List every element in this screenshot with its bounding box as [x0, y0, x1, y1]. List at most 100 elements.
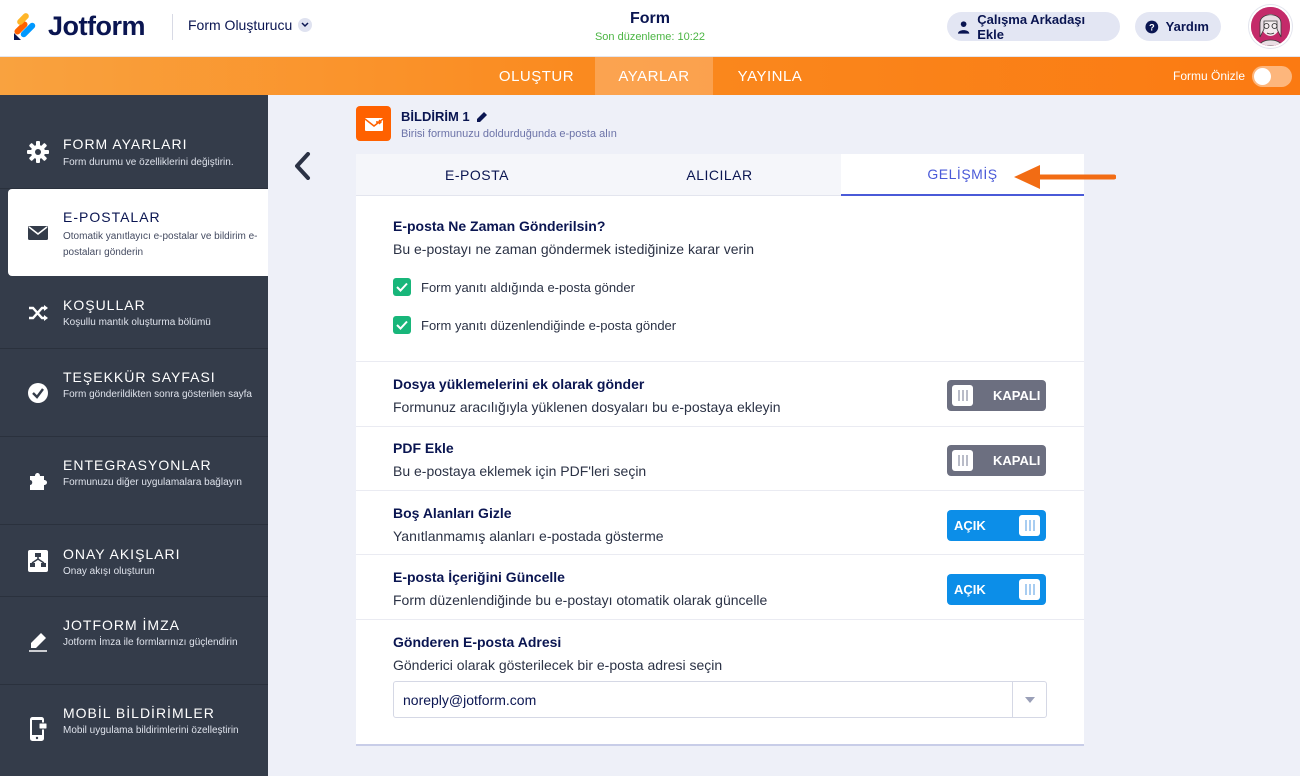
nav-tab-yayinla[interactable]: YAYINLA: [715, 57, 825, 95]
toggle-knob: [952, 385, 973, 406]
sidebar-item-desc: Jotform İmza ile formlarınızı güçlendiri…: [63, 637, 238, 648]
hide-empty-fields-section: Boş Alanları Gizle Yanıtlanmamış alanlar…: [356, 491, 1084, 555]
checkbox-label: Form yanıtı aldığında e-posta gönder: [421, 279, 635, 295]
arrow-annotation-icon: [1014, 165, 1116, 189]
sidebar-item-integrations[interactable]: ENTEGRASYONLAR Formunuzu diğer uygulamal…: [0, 437, 268, 525]
jotform-logo-icon: [14, 12, 36, 40]
puzzle-icon: [26, 469, 50, 493]
sidebar-item-title: JOTFORM İMZA: [63, 617, 180, 633]
sidebar-item-desc: Form durumu ve özelliklerini değiştirin.: [63, 157, 234, 168]
checkbox-checked[interactable]: [393, 278, 411, 296]
sidebar-item-desc: Form gönderildikten sonra gösterilen say…: [63, 389, 252, 400]
select-caret[interactable]: [1012, 682, 1046, 717]
pen-icon: [26, 629, 50, 653]
main-nav: OLUŞTUR AYARLAR YAYINLA Formu Önizle: [0, 57, 1300, 95]
toggle-knob: [952, 450, 973, 471]
sidebar-item-form-settings[interactable]: FORM AYARLARI Form durumu ve özellikleri…: [0, 95, 268, 189]
back-button[interactable]: [291, 151, 313, 181]
nav-tab-olustur[interactable]: OLUŞTUR: [480, 57, 593, 95]
envelope-arrow-icon: [364, 117, 383, 131]
send-on-response-checkbox[interactable]: Form yanıtı aldığında e-posta gönder: [393, 278, 635, 296]
sidebar-item-desc: Koşullu mantık oluşturma bölümü: [63, 317, 211, 328]
help-button[interactable]: ? Yardım: [1135, 12, 1221, 41]
preview-toggle[interactable]: [1252, 66, 1292, 87]
section-title: PDF Ekle: [393, 440, 454, 456]
check-icon: [396, 282, 408, 292]
chevron-down-icon: [298, 18, 313, 32]
nav-tab-ayarlar[interactable]: AYARLAR: [595, 57, 713, 95]
help-icon: ?: [1145, 20, 1159, 33]
sidebar-item-title: TEŞEKKÜR SAYFASI: [63, 369, 216, 385]
attach-uploads-toggle[interactable]: KAPALI: [947, 380, 1046, 411]
checkbox-checked[interactable]: [393, 316, 411, 334]
notification-title: BİLDİRİM 1: [401, 109, 488, 124]
sidebar-item-title: KOŞULLAR: [63, 297, 146, 313]
caret-down-icon: [1024, 696, 1035, 703]
sidebar-item-desc: Onay akışı oluşturun: [63, 566, 155, 577]
sidebar-item-thank-you-page[interactable]: TEŞEKKÜR SAYFASI Form gönderildikten son…: [0, 349, 268, 437]
shuffle-icon: [26, 301, 50, 325]
section-title: Gönderen E-posta Adresi: [393, 634, 562, 650]
chevron-left-icon: [295, 152, 310, 180]
svg-text:?: ?: [1149, 22, 1155, 32]
section-desc: Bu e-postayı ne zaman göndermek istediği…: [393, 241, 755, 257]
user-icon: [957, 20, 970, 34]
sidebar-item-jotform-sign[interactable]: JOTFORM İMZA Jotform İmza ile formlarını…: [0, 597, 268, 685]
section-desc: Yanıtlanmamış alanları e-postada gösterm…: [393, 528, 664, 544]
sender-email-select[interactable]: noreply@jotform.com: [393, 681, 1047, 718]
section-title: Boş Alanları Gizle: [393, 505, 512, 521]
tab-e-posta[interactable]: E-POSTA: [356, 154, 598, 196]
toggle-knob: [1254, 68, 1271, 85]
sidebar-item-desc: Mobil uygulama bildirimlerini özelleştir…: [63, 725, 239, 736]
sidebar-item-title: ENTEGRASYONLAR: [63, 457, 212, 473]
help-label: Yardım: [1165, 19, 1209, 34]
jotform-logo[interactable]: Jotform: [12, 11, 146, 42]
sidebar-item-title: E-POSTALAR: [63, 209, 161, 225]
update-content-toggle[interactable]: AÇIK: [947, 574, 1046, 605]
check-circle-icon: [26, 381, 50, 405]
section-desc: Form düzenlendiğinde bu e-postayı otomat…: [393, 592, 768, 608]
form-builder-dropdown[interactable]: Form Oluşturucu: [188, 17, 313, 33]
avatar-image: [1251, 7, 1290, 46]
sidebar-item-conditions[interactable]: KOŞULLAR Koşullu mantık oluşturma bölümü: [0, 276, 268, 349]
preview-label: Formu Önizle: [1173, 69, 1246, 83]
toggle-state-label: AÇIK: [954, 518, 986, 533]
builder-label: Form Oluşturucu: [188, 17, 293, 33]
notification-tabs: E-POSTA ALICILAR GELİŞMİŞ: [356, 154, 1084, 196]
notification-subtitle: Birisi formunuzu doldurduğunda e-posta a…: [401, 128, 617, 140]
checkbox-label: Form yanıtı düzenlendiğinde e-posta gönd…: [421, 317, 677, 333]
toggle-knob: [1019, 579, 1040, 600]
sidebar-item-desc: Otomatik yanıtlayıcı e-postalar ve bildi…: [63, 231, 258, 258]
sidebar-item-title: MOBİL BİLDİRİMLER: [63, 705, 215, 721]
sidebar-item-title: FORM AYARLARI: [63, 136, 188, 152]
section-title: E-posta İçeriğini Güncelle: [393, 569, 565, 585]
sidebar-item-emails[interactable]: E-POSTALAR Otomatik yanıtlayıcı e-postal…: [8, 189, 268, 276]
tab-alicilar[interactable]: ALICILAR: [598, 154, 841, 196]
header-divider: [172, 14, 173, 40]
check-icon: [396, 320, 408, 330]
attach-uploads-section: Dosya yüklemelerini ek olarak gönder For…: [356, 362, 1084, 427]
hide-empty-fields-toggle[interactable]: AÇIK: [947, 510, 1046, 541]
settings-sidebar: FORM AYARLARI Form durumu ve özellikleri…: [0, 95, 268, 776]
send-on-edit-checkbox[interactable]: Form yanıtı düzenlendiğinde e-posta gönd…: [393, 316, 676, 334]
notification-icon: [356, 106, 391, 141]
pencil-icon[interactable]: [476, 111, 488, 123]
logo-text: Jotform: [48, 11, 146, 41]
toggle-state-label: KAPALI: [993, 388, 1041, 403]
pdf-attach-toggle[interactable]: KAPALI: [947, 445, 1046, 476]
mobile-icon: [26, 717, 50, 741]
add-collaborator-label: Çalışma Arkadaşı Ekle: [977, 11, 1086, 42]
notification-title-text: BİLDİRİM 1: [401, 109, 470, 124]
sidebar-item-mobile-notifications[interactable]: MOBİL BİLDİRİMLER Mobil uygulama bildiri…: [0, 685, 268, 776]
toggle-knob: [1019, 515, 1040, 536]
user-avatar[interactable]: [1249, 5, 1292, 48]
pdf-attach-section: PDF Ekle Bu e-postaya eklemek için PDF'l…: [356, 427, 1084, 491]
section-title: E-posta Ne Zaman Gönderilsin?: [393, 218, 606, 234]
sidebar-item-approval-flows[interactable]: ONAY AKIŞLARI Onay akışı oluşturun: [0, 525, 268, 597]
advanced-settings-panel: E-posta Ne Zaman Gönderilsin? Bu e-posta…: [356, 196, 1084, 746]
section-desc: Bu e-postaya eklemek için PDF'leri seçin: [393, 463, 647, 479]
top-bar: Jotform Form Oluşturucu Form Son düzenle…: [0, 0, 1300, 57]
toggle-state-label: KAPALI: [993, 453, 1041, 468]
add-collaborator-button[interactable]: Çalışma Arkadaşı Ekle: [947, 11, 1120, 42]
section-title: Dosya yüklemelerini ek olarak gönder: [393, 376, 645, 392]
